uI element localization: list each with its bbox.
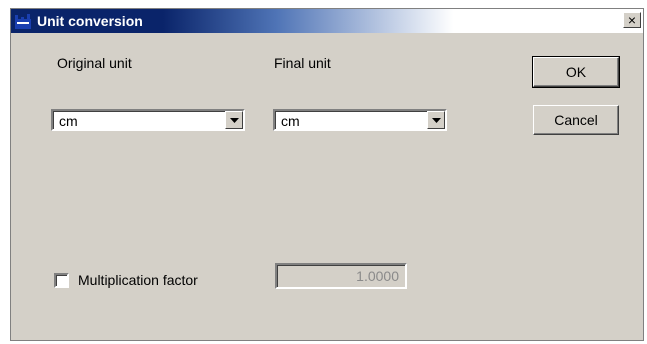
- final-unit-select[interactable]: cm: [273, 109, 447, 131]
- close-button[interactable]: ×: [623, 12, 641, 28]
- multiplication-factor-checkbox[interactable]: [54, 273, 69, 288]
- dropdown-arrow-icon[interactable]: [427, 111, 445, 129]
- original-unit-label: Original unit: [57, 55, 132, 71]
- title-bar[interactable]: Unit conversion ×: [11, 9, 643, 33]
- final-unit-value: cm: [281, 113, 300, 129]
- final-unit-label: Final unit: [274, 55, 331, 71]
- multiplication-factor-label: Multiplication factor: [78, 272, 198, 288]
- close-icon: ×: [627, 12, 637, 28]
- multiplication-factor-field[interactable]: 1.0000: [275, 263, 407, 289]
- window-title: Unit conversion: [37, 13, 143, 29]
- ok-button[interactable]: OK: [532, 56, 620, 88]
- ok-button-label: OK: [565, 64, 587, 80]
- original-unit-value: cm: [59, 113, 78, 129]
- cancel-button[interactable]: Cancel: [533, 105, 619, 135]
- unit-conversion-dialog: Unit conversion × Original unit Final un…: [10, 8, 644, 341]
- original-unit-select[interactable]: cm: [51, 109, 245, 131]
- dropdown-arrow-icon[interactable]: [225, 111, 243, 129]
- app-icon: [13, 11, 33, 31]
- cancel-button-label: Cancel: [554, 112, 598, 128]
